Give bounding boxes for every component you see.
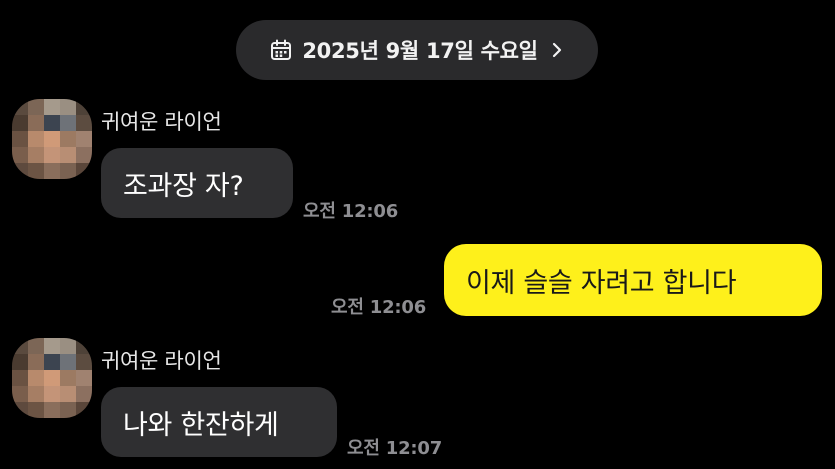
pixelated-avatar-icon <box>12 99 92 179</box>
pixelated-avatar-icon <box>12 338 92 418</box>
message-bubble-incoming[interactable]: 나와 한잔하게 <box>101 387 337 457</box>
sender-name[interactable]: 귀여운 라이언 <box>101 345 222 375</box>
date-header-pill[interactable]: 2025년 9월 17일 수요일 <box>236 20 598 80</box>
date-header-label: 2025년 9월 17일 수요일 <box>302 39 538 63</box>
message-timestamp: 오전 12:06 <box>331 297 427 318</box>
sender-name[interactable]: 귀여운 라이언 <box>101 106 222 136</box>
message-bubble-incoming[interactable]: 조과장 자? <box>101 148 293 218</box>
sender-avatar[interactable] <box>12 99 92 179</box>
message-timestamp: 오전 12:06 <box>303 201 399 222</box>
sender-avatar[interactable] <box>12 338 92 418</box>
chevron-right-icon <box>552 42 561 58</box>
message-timestamp: 오전 12:07 <box>347 438 443 459</box>
message-bubble-outgoing[interactable]: 이제 슬슬 자려고 합니다 <box>444 244 822 316</box>
calendar-icon <box>271 39 292 60</box>
